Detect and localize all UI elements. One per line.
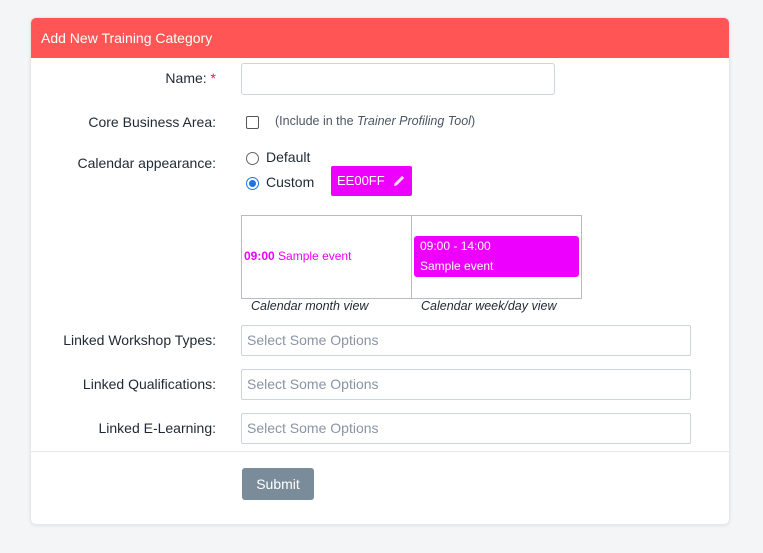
- core-business-area-hint: (Include in the Trainer Profiling Tool): [275, 114, 476, 128]
- week-event: 09:00 - 14:00 Sample event: [414, 236, 579, 277]
- radio-custom-label: Custom: [266, 174, 315, 190]
- pencil-icon: [394, 175, 405, 186]
- training-category-form-card: Add New Training Category Name: * Core B…: [30, 17, 730, 525]
- linked-qualifications-label: Linked Qualifications:: [82, 376, 216, 392]
- month-event-time: 09:00: [244, 249, 275, 263]
- calendar-appearance-label: Calendar appearance:: [77, 155, 216, 171]
- name-label: Name: *: [165, 70, 216, 86]
- radio-custom[interactable]: [246, 177, 259, 190]
- linked-qualifications-select[interactable]: Select Some Options: [241, 369, 691, 400]
- name-input[interactable]: [241, 63, 555, 95]
- color-picker-button[interactable]: EE00FF: [331, 166, 412, 196]
- linked-elearning-select[interactable]: Select Some Options: [241, 413, 691, 444]
- week-event-time: 09:00 - 14:00: [420, 239, 491, 253]
- submit-button[interactable]: Submit: [242, 468, 314, 500]
- linked-elearning-label: Linked E-Learning:: [98, 420, 216, 436]
- form-title: Add New Training Category: [31, 18, 729, 58]
- form-divider: [31, 451, 729, 452]
- month-view-preview: 09:00 Sample event: [241, 215, 412, 299]
- linked-workshop-types-label: Linked Workshop Types:: [63, 332, 216, 348]
- core-business-area-checkbox[interactable]: [246, 116, 259, 129]
- week-event-title: Sample event: [420, 259, 494, 273]
- color-value: EE00FF: [337, 173, 385, 188]
- core-business-area-label: Core Business Area:: [88, 114, 216, 130]
- required-marker: *: [210, 70, 216, 86]
- radio-default-label: Default: [266, 149, 311, 165]
- week-view-caption: Calendar week/day view: [421, 299, 557, 313]
- month-event-title: Sample event: [278, 249, 352, 263]
- month-event: 09:00 Sample event: [244, 249, 351, 263]
- month-view-caption: Calendar month view: [251, 299, 369, 313]
- linked-workshop-types-select[interactable]: Select Some Options: [241, 325, 691, 356]
- radio-default[interactable]: [246, 152, 259, 165]
- week-view-preview: 09:00 - 14:00 Sample event: [411, 215, 582, 299]
